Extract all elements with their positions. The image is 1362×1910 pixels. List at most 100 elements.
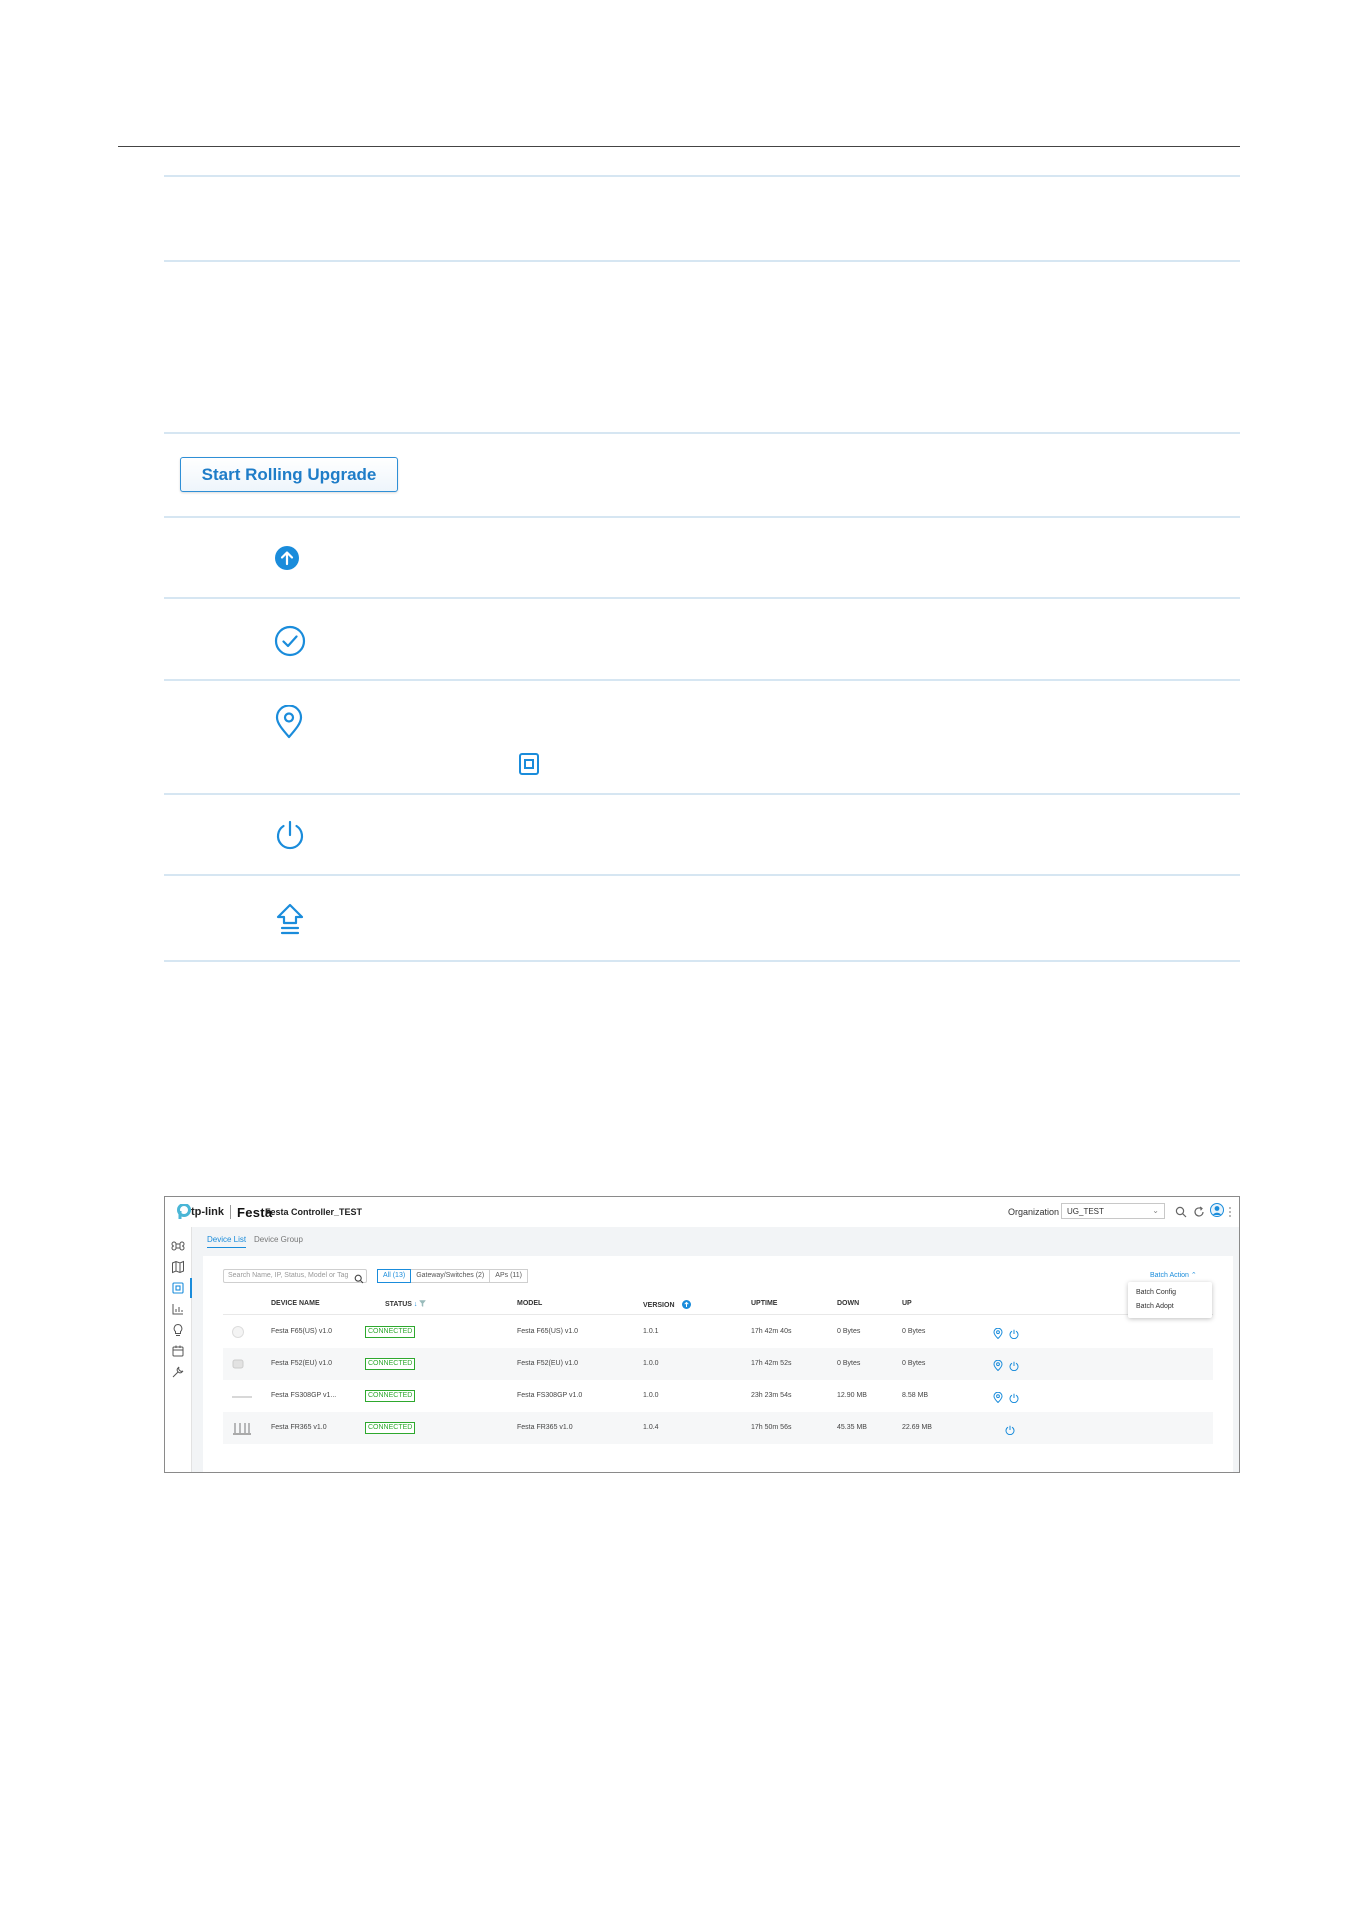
device-image xyxy=(231,1421,251,1435)
batch-action-button[interactable]: Batch Action ⌃ xyxy=(1150,1271,1197,1279)
locate-icon[interactable] xyxy=(993,1358,1003,1376)
organization-label: Organization xyxy=(1008,1207,1060,1217)
sidebar-item-statistics[interactable] xyxy=(171,1302,185,1316)
search-input[interactable]: Search Name, IP, Status, Model or Tag xyxy=(223,1269,367,1283)
table-row-upgrade xyxy=(164,516,1240,597)
tp-link-logo-icon xyxy=(177,1204,191,1219)
search-icon[interactable] xyxy=(1175,1205,1187,1223)
sidebar-item-map[interactable] xyxy=(171,1260,185,1274)
column-up[interactable]: UP xyxy=(902,1300,912,1307)
device-name[interactable]: Festa F65(US) v1.0 xyxy=(271,1328,332,1335)
column-down[interactable]: DOWN xyxy=(837,1300,859,1307)
reboot-icon[interactable] xyxy=(1009,1326,1019,1344)
sidebar-item-dashboard[interactable] xyxy=(171,1239,185,1253)
avatar[interactable] xyxy=(1210,1203,1224,1222)
device-model: Festa FS308GP v1.0 xyxy=(517,1392,583,1399)
reboot-icon[interactable] xyxy=(1005,1422,1015,1440)
filter-aps[interactable]: APs (11) xyxy=(489,1269,528,1283)
device-version: 1.0.1 xyxy=(643,1328,659,1335)
table-row-force-provision xyxy=(164,874,1240,962)
filter-icon[interactable] xyxy=(419,1300,427,1308)
filter-all[interactable]: All (13) xyxy=(377,1269,412,1283)
sort-icon[interactable]: ↓ xyxy=(414,1301,418,1308)
logo: tp-link Festa xyxy=(173,1204,272,1220)
table-row[interactable]: Festa F52(EU) v1.0 CONNECTED Festa F52(E… xyxy=(223,1348,1213,1380)
device-up: 0 Bytes xyxy=(902,1328,926,1335)
batch-action-menu: Batch Config Batch Adopt xyxy=(1128,1282,1212,1318)
device-version: 1.0.0 xyxy=(643,1360,659,1367)
device-version: 1.0.0 xyxy=(643,1392,659,1399)
device-name[interactable]: Festa FR365 v1.0 xyxy=(271,1424,327,1431)
device-list-panel: Search Name, IP, Status, Model or Tag Al… xyxy=(203,1256,1233,1472)
device-version: 1.0.4 xyxy=(643,1424,659,1431)
devices-icon xyxy=(172,1282,184,1294)
upgrade-icon xyxy=(274,545,300,571)
device-down: 0 Bytes xyxy=(837,1328,861,1335)
more-vertical-icon[interactable] xyxy=(1228,1205,1232,1223)
calendar-icon xyxy=(172,1345,184,1357)
map-icon xyxy=(172,1260,184,1274)
chevron-down-icon: ⌄ xyxy=(1152,1206,1159,1215)
organization-select[interactable]: UG_TEST ⌄ xyxy=(1061,1203,1165,1219)
device-filter-group: All (13) Gateway/Switches (2) APs (11) xyxy=(377,1269,528,1283)
sidebar-item-insights[interactable] xyxy=(171,1323,185,1337)
status-badge: CONNECTED xyxy=(365,1422,416,1434)
device-model: Festa F52(EU) v1.0 xyxy=(517,1360,579,1367)
wrench-icon xyxy=(172,1366,184,1378)
column-status[interactable]: STATUS ↓ xyxy=(385,1300,427,1308)
sidebar-item-devices[interactable] xyxy=(171,1278,192,1298)
table-row-2 xyxy=(164,260,1240,432)
controller-name: Festa Controller_TEST xyxy=(265,1207,363,1217)
filter-gateway-switches[interactable]: Gateway/Switches (2) xyxy=(410,1269,491,1283)
device-up: 0 Bytes xyxy=(902,1360,926,1367)
column-model[interactable]: MODEL xyxy=(517,1300,542,1307)
table-row[interactable]: Festa FR365 v1.0 CONNECTED Festa FR365 v… xyxy=(223,1412,1213,1444)
column-device-name[interactable]: DEVICE NAME xyxy=(271,1300,320,1307)
table-row[interactable]: Festa F65(US) v1.0 CONNECTED Festa F65(U… xyxy=(223,1316,1213,1348)
device-name[interactable]: Festa FS308GP v1... xyxy=(271,1392,336,1399)
house-upload-icon xyxy=(274,902,306,936)
column-version[interactable]: VERSION xyxy=(643,1300,692,1309)
device-model: Festa F65(US) v1.0 xyxy=(517,1328,579,1335)
check-circle-icon xyxy=(274,625,306,657)
chevron-up-icon: ⌃ xyxy=(1190,1272,1197,1279)
sidebar-item-logs[interactable] xyxy=(171,1344,185,1358)
device-model: Festa FR365 v1.0 xyxy=(517,1424,573,1431)
menu-item-batch-adopt[interactable]: Batch Adopt xyxy=(1136,1303,1174,1310)
lightbulb-icon xyxy=(173,1323,183,1336)
status-badge: CONNECTED xyxy=(365,1358,416,1370)
device-uptime: 17h 42m 40s xyxy=(751,1328,792,1335)
device-down: 12.90 MB xyxy=(837,1392,867,1399)
location-pin-icon xyxy=(274,705,304,739)
start-rolling-upgrade-button[interactable]: Start Rolling Upgrade xyxy=(180,457,398,492)
device-up: 8.58 MB xyxy=(902,1392,929,1399)
brand-name: tp-link xyxy=(191,1206,224,1218)
search-icon[interactable] xyxy=(354,1271,364,1289)
reboot-icon[interactable] xyxy=(1009,1390,1019,1408)
upgrade-available-icon[interactable] xyxy=(682,1300,692,1309)
statistics-icon xyxy=(172,1304,183,1315)
reboot-icon[interactable] xyxy=(1009,1358,1019,1376)
sidebar-item-tools[interactable] xyxy=(171,1365,185,1379)
device-uptime: 17h 50m 56s xyxy=(751,1424,792,1431)
refresh-icon[interactable] xyxy=(1193,1205,1205,1223)
square-icon xyxy=(518,752,540,776)
column-uptime[interactable]: UPTIME xyxy=(751,1300,777,1307)
app-header: tp-link Festa Festa Controller_TEST Orga… xyxy=(165,1197,1239,1228)
device-uptime: 17h 42m 52s xyxy=(751,1360,792,1367)
tab-device-group[interactable]: Device Group xyxy=(254,1235,303,1244)
device-name[interactable]: Festa F52(EU) v1.0 xyxy=(271,1360,332,1367)
device-down: 0 Bytes xyxy=(837,1360,861,1367)
status-badge: CONNECTED xyxy=(365,1326,416,1338)
locate-icon[interactable] xyxy=(993,1326,1003,1344)
tab-device-list[interactable]: Device List xyxy=(207,1235,247,1248)
feature-table: Start Rolling Upgrade xyxy=(164,175,1240,962)
power-icon xyxy=(274,819,306,851)
locate-icon[interactable] xyxy=(993,1390,1003,1408)
table-row[interactable]: Festa FS308GP v1... CONNECTED Festa FS30… xyxy=(223,1380,1213,1412)
sidebar xyxy=(165,1227,192,1472)
menu-item-batch-config[interactable]: Batch Config xyxy=(1136,1289,1176,1296)
device-image xyxy=(231,1325,245,1339)
command-icon xyxy=(171,1241,185,1251)
device-up: 22.69 MB xyxy=(902,1424,932,1431)
